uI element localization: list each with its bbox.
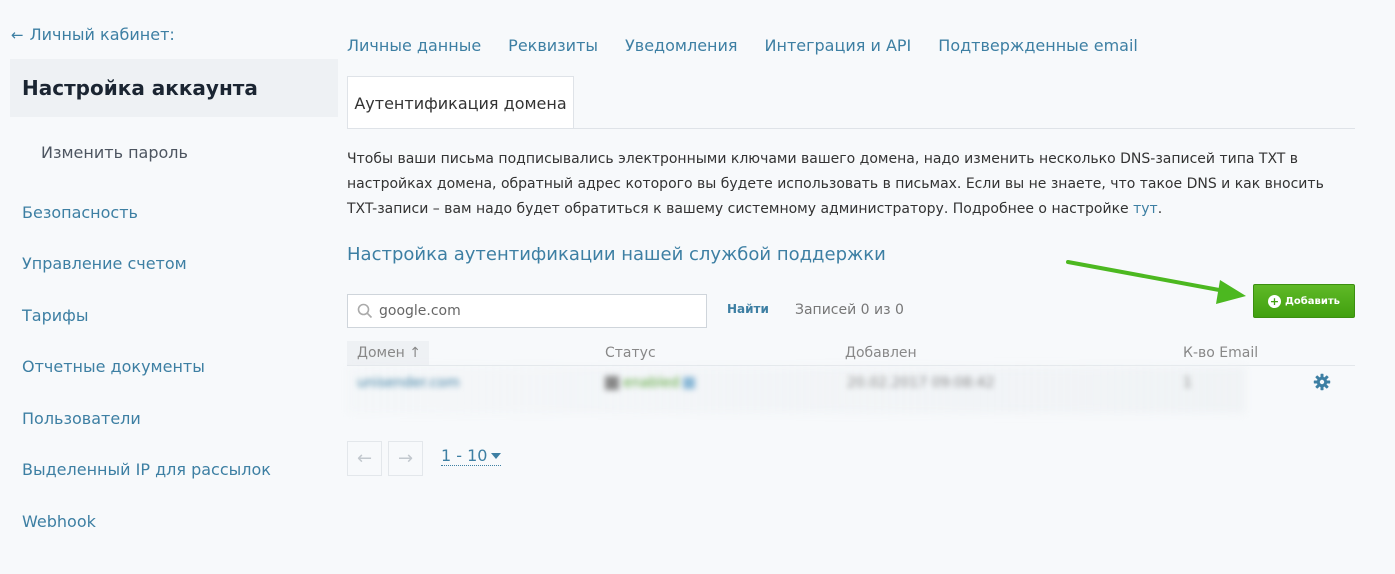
cell-status: enabled [605, 375, 696, 391]
tab-notifications[interactable]: Уведомления [625, 36, 738, 55]
edit-status-icon [683, 377, 696, 389]
next-page-button[interactable]: → [388, 441, 423, 476]
section-title: Настройка аутентификации нашей службой п… [347, 244, 886, 265]
cell-added: 20.02.2017 09:08:42 [847, 375, 995, 391]
column-domain[interactable]: Домен ↑ [357, 345, 421, 361]
sidebar-item-change-password[interactable]: Изменить пароль [41, 143, 188, 162]
arrow-right-icon: → [397, 448, 414, 469]
search-field[interactable] [347, 294, 707, 328]
tab-bar: Личные данные Реквизиты Уведомления Инте… [347, 36, 1165, 55]
sidebar-item-account-settings[interactable]: Настройка аккаунта [10, 59, 338, 117]
tab-confirmed-email[interactable]: Подтвержденные email [938, 36, 1138, 55]
add-button-label: Добавить [1285, 295, 1340, 307]
chevron-down-icon [491, 452, 502, 459]
description-text: Чтобы ваши письма подписывались электрон… [347, 147, 1357, 222]
tab-domain-auth[interactable]: Аутентификация домена [347, 76, 574, 129]
page-size-label: 1 - 10 [441, 446, 488, 465]
table-header: Домен ↑ Статус Добавлен К-во Email [347, 341, 1355, 366]
cell-email-count: 1 [1183, 375, 1192, 391]
table-row: unisender.com enabled 20.02.2017 09:08:4… [347, 367, 1355, 413]
description-end: . [1157, 201, 1163, 217]
sidebar-item-tariffs[interactable]: Тарифы [22, 306, 88, 325]
cell-domain[interactable]: unisender.com [357, 375, 460, 391]
tab-integration-api[interactable]: Интеграция и API [765, 36, 912, 55]
sidebar-item-dedicated-ip[interactable]: Выделенный IP для рассылок [22, 460, 271, 479]
description-link[interactable]: тут [1133, 201, 1158, 217]
find-button[interactable]: Найти [727, 302, 769, 316]
back-link[interactable]: ← Личный кабинет: [11, 25, 175, 44]
status-square-icon [605, 376, 619, 390]
arrow-left-icon: ← [11, 25, 24, 44]
plus-circle-icon: + [1268, 294, 1282, 308]
records-count: Записей 0 из 0 [795, 302, 904, 318]
gear-icon[interactable] [1313, 373, 1331, 391]
sidebar-active-label: Настройка аккаунта [22, 76, 258, 100]
add-button[interactable]: + Добавить [1253, 284, 1355, 318]
page-size-select[interactable]: 1 - 10 [441, 446, 502, 466]
sidebar-item-users[interactable]: Пользователи [22, 409, 141, 428]
column-email-count[interactable]: К-во Email [1183, 345, 1258, 361]
back-link-label: Личный кабинет: [29, 25, 175, 44]
column-added[interactable]: Добавлен [845, 345, 917, 361]
sidebar-item-security[interactable]: Безопасность [22, 203, 138, 222]
search-icon [357, 303, 373, 319]
tab-divider [347, 128, 1355, 129]
search-input[interactable] [379, 303, 679, 319]
annotation-arrow-icon [1066, 260, 1246, 304]
sidebar-item-billing[interactable]: Управление счетом [22, 254, 187, 273]
sidebar-item-reports[interactable]: Отчетные документы [22, 357, 205, 376]
description-body: Чтобы ваши письма подписывались электрон… [347, 151, 1324, 217]
column-status[interactable]: Статус [605, 345, 656, 361]
prev-page-button[interactable]: ← [347, 441, 382, 476]
sidebar-item-webhook[interactable]: Webhook [22, 512, 96, 531]
tab-requisites[interactable]: Реквизиты [508, 36, 598, 55]
row-background [347, 367, 1245, 413]
arrow-left-icon: ← [356, 448, 373, 469]
tab-personal-data[interactable]: Личные данные [347, 36, 481, 55]
status-label: enabled [623, 375, 680, 391]
